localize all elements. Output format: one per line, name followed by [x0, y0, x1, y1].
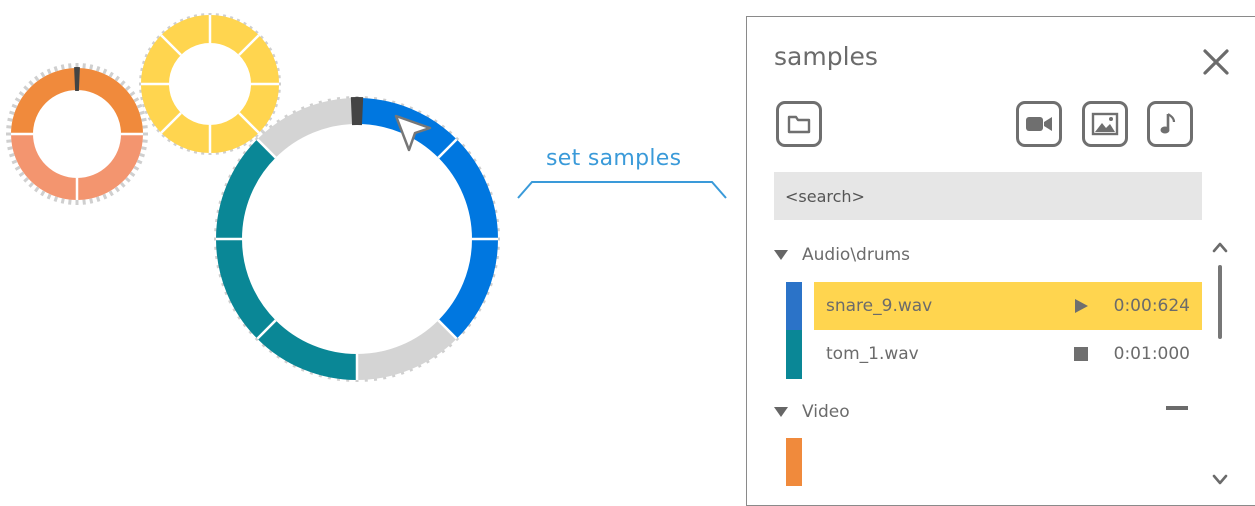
wheel-segment — [229, 239, 266, 330]
sample-color-tag — [786, 282, 802, 330]
music-icon — [1158, 111, 1182, 137]
play-icon[interactable] — [1073, 298, 1089, 314]
audio-filter-button[interactable] — [1147, 101, 1193, 147]
folder-audio-drums[interactable]: Audio\drums — [774, 242, 910, 268]
wheel-segment — [357, 330, 448, 367]
image-icon — [1091, 112, 1119, 136]
callout-line — [0, 0, 760, 210]
video-icon — [1025, 113, 1053, 135]
sample-name: tom_1.wav — [826, 344, 919, 364]
sample-duration: 0:00:624 — [1114, 296, 1190, 316]
samples-panel: samples Audio\drums snare_ — [746, 16, 1255, 506]
stop-icon[interactable] — [1073, 346, 1089, 362]
folder-video[interactable]: Video — [774, 399, 850, 425]
wheel-segment — [448, 239, 485, 330]
image-filter-button[interactable] — [1082, 101, 1128, 147]
triangle-down-icon — [774, 407, 788, 417]
sample-row-snare[interactable]: snare_9.wav 0:00:624 — [814, 282, 1202, 330]
sample-name: snare_9.wav — [826, 296, 932, 316]
sample-row-tom[interactable]: tom_1.wav 0:01:000 — [814, 330, 1202, 378]
search-input[interactable] — [774, 172, 1202, 220]
folder-label: Audio\drums — [802, 245, 910, 265]
sample-color-tag — [786, 330, 802, 379]
set-samples-label: set samples — [546, 146, 681, 171]
panel-title: samples — [774, 42, 878, 71]
sample-duration: 0:01:000 — [1114, 344, 1190, 364]
wheel-segment — [266, 330, 357, 367]
folder-label: Video — [802, 402, 850, 422]
sample-color-tag — [786, 438, 802, 486]
triangle-down-icon — [774, 250, 788, 260]
scrollbar-thumb[interactable] — [1218, 265, 1222, 339]
chevron-up-icon[interactable] — [1211, 240, 1229, 254]
folder-icon — [786, 111, 812, 137]
open-folder-button[interactable] — [776, 101, 822, 147]
minus-icon[interactable] — [1166, 406, 1188, 410]
video-filter-button[interactable] — [1016, 101, 1062, 147]
chevron-down-icon[interactable] — [1211, 473, 1229, 487]
close-icon[interactable] — [1201, 47, 1231, 77]
